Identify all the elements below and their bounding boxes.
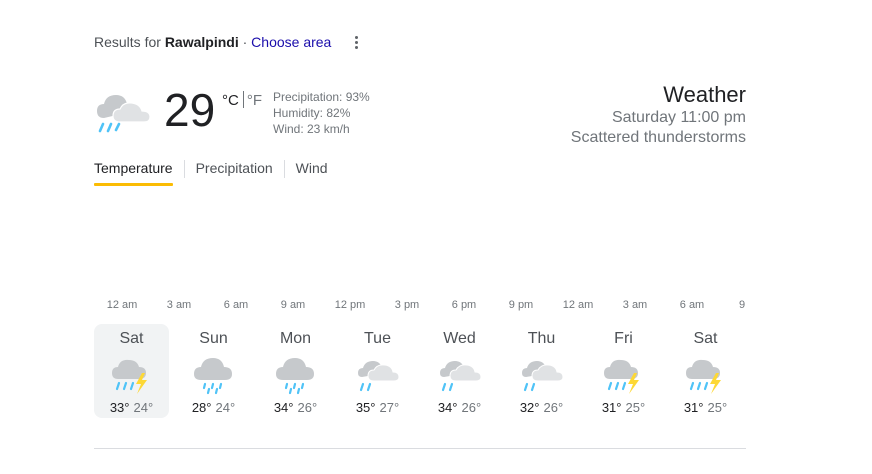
day-name: Wed xyxy=(443,330,476,347)
hour-label: 12 am xyxy=(106,299,138,311)
unit-divider xyxy=(242,91,244,108)
weather-tabs: Temperature Precipitation Wind xyxy=(94,160,328,186)
day-card[interactable]: Sat 31° 25° xyxy=(668,324,743,418)
tab-divider xyxy=(183,160,185,178)
day-name: Mon xyxy=(279,330,312,347)
wind-detail: Wind: 23 km/h xyxy=(273,122,350,136)
humidity-detail: Humidity: 82% xyxy=(273,106,351,120)
rain-cloud-sun-icon xyxy=(97,95,151,133)
day-name: Fri xyxy=(614,330,633,347)
weather-condition: Scattered thunderstorms xyxy=(570,129,746,146)
rain-icon xyxy=(274,355,318,395)
day-card[interactable]: Sat 33° 24° xyxy=(94,324,169,418)
separator-dot: · xyxy=(242,34,248,50)
low-temp: 26° xyxy=(297,400,318,415)
tab-wind[interactable]: Wind xyxy=(296,160,328,186)
weather-time: Saturday 11:00 pm xyxy=(611,109,746,126)
low-temp: 26° xyxy=(543,400,564,415)
scattered-showers-icon xyxy=(356,355,400,395)
tab-divider xyxy=(283,160,285,178)
hour-label: 3 am xyxy=(166,299,192,311)
hour-label: 12 am xyxy=(562,299,594,311)
high-temp: 32° xyxy=(519,400,540,415)
results-prefix: Results for xyxy=(94,34,161,50)
high-temp: 31° xyxy=(683,400,704,415)
day-card[interactable]: Thu 32° 26° xyxy=(504,324,579,418)
day-name: Sun xyxy=(199,330,228,347)
low-temp: 25° xyxy=(707,400,728,415)
high-temp: 35° xyxy=(355,400,376,415)
day-name: Sat xyxy=(693,330,718,347)
scattered-showers-icon xyxy=(438,355,482,395)
low-temp: 27° xyxy=(379,400,400,415)
high-temp: 28° xyxy=(191,400,212,415)
hour-label: 9 am xyxy=(280,299,306,311)
weather-summary: Weather Saturday 11:00 pm Scattered thun… xyxy=(571,82,746,148)
unit-toggle: °C °F xyxy=(222,91,262,109)
day-name: Tue xyxy=(364,330,391,347)
day-card[interactable]: Wed 34° 26° xyxy=(422,324,497,418)
thunderstorm-icon xyxy=(602,355,646,395)
hour-label: 3 am xyxy=(622,299,648,311)
daily-forecast: Sat 33° 24° Sun 28° 24° Mon 34° 26° Tue 35°… xyxy=(94,324,743,418)
bottom-divider xyxy=(94,448,746,449)
tab-temperature[interactable]: Temperature xyxy=(94,160,173,186)
low-temp: 26° xyxy=(461,400,482,415)
celsius-unit[interactable]: °C xyxy=(222,92,239,109)
high-temp: 34° xyxy=(273,400,294,415)
fahrenheit-unit[interactable]: °F xyxy=(247,92,262,109)
results-header: Results for Rawalpindi · Choose area xyxy=(94,34,331,50)
hour-label: 12 pm xyxy=(334,299,366,311)
location-name: Rawalpindi xyxy=(164,34,239,50)
rain-icon xyxy=(192,355,236,395)
day-card[interactable]: Sun 28° 24° xyxy=(176,324,251,418)
day-name: Sat xyxy=(119,330,144,347)
thunderstorm-icon xyxy=(684,355,728,395)
day-card[interactable]: Tue 35° 27° xyxy=(340,324,415,418)
weather-title: Weather xyxy=(663,82,746,107)
current-temperature: 29 xyxy=(164,84,216,136)
more-options-icon[interactable] xyxy=(346,32,366,52)
choose-area-link[interactable]: Choose area xyxy=(251,34,331,50)
thunderstorm-icon xyxy=(110,355,154,395)
hour-label: 9 pm xyxy=(508,299,534,311)
precipitation-detail: Precipitation: 93% xyxy=(273,90,370,104)
hour-label: 3 pm xyxy=(394,299,420,311)
low-temp: 25° xyxy=(625,400,646,415)
hour-label: 6 pm xyxy=(451,299,477,311)
low-temp: 24° xyxy=(133,400,154,415)
low-temp: 24° xyxy=(215,400,236,415)
hour-label: 6 am xyxy=(223,299,249,311)
scattered-showers-icon xyxy=(520,355,564,395)
hour-labels: 12 am 3 am 6 am 9 am 12 pm 3 pm 6 pm 9 p… xyxy=(94,299,746,315)
hour-label: 9 xyxy=(738,299,746,311)
high-temp: 31° xyxy=(601,400,622,415)
weather-details: Precipitation: 93% Humidity: 82% Wind: 2… xyxy=(273,89,370,137)
day-card[interactable]: Mon 34° 26° xyxy=(258,324,333,418)
day-name: Thu xyxy=(527,330,556,347)
day-card[interactable]: Fri 31° 25° xyxy=(586,324,661,418)
hour-label: 6 am xyxy=(679,299,705,311)
high-temp: 33° xyxy=(109,400,130,415)
high-temp: 34° xyxy=(437,400,458,415)
tab-precipitation[interactable]: Precipitation xyxy=(196,160,273,186)
